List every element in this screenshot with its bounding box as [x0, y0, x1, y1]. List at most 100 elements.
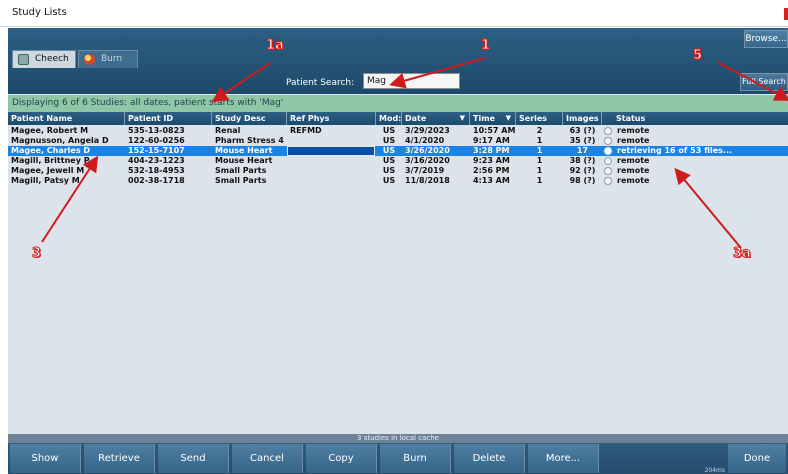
- images-cell: 92 (?): [569, 166, 596, 175]
- sort-down-icon: ▼: [505, 114, 511, 122]
- column-header-time[interactable]: Time ▼: [470, 112, 516, 125]
- date-cell: 3/16/2020: [405, 156, 450, 165]
- delete-button[interactable]: Delete: [454, 444, 525, 473]
- table-header: Patient Name Patient ID Study Desc Ref P…: [8, 112, 788, 125]
- date-cell: 4/1/2020: [405, 136, 445, 145]
- sort-down-icon: ▼: [459, 114, 465, 122]
- patient-name-cell: Magill, Patsy M: [11, 176, 80, 185]
- copy-button[interactable]: Copy: [306, 444, 377, 473]
- study-lists-app: Cheech Burn Patient Search: Browse... Fu…: [8, 28, 788, 474]
- title-bar: Study Lists: [0, 0, 788, 27]
- patient-search-label: Patient Search:: [286, 78, 355, 88]
- column-header-study-desc[interactable]: Study Desc: [212, 112, 287, 125]
- series-cell: 1: [536, 166, 543, 175]
- annotation-1a: 1a: [266, 38, 285, 54]
- status-cell: retrieving 16 of 53 files...: [617, 146, 733, 155]
- annotation-3: 3: [31, 246, 42, 262]
- ref-phys-cell: [287, 156, 376, 166]
- timing-readout: 204ms: [704, 467, 725, 474]
- done-button[interactable]: Done: [728, 444, 786, 473]
- column-header-modality[interactable]: Mod:: [376, 112, 402, 125]
- study-table: Patient Name Patient ID Study Desc Ref P…: [8, 112, 788, 434]
- time-cell: 10:57 AM: [473, 126, 516, 135]
- table-row-selected[interactable]: Magee, Charles D 152-15-7107 Mouse Heart…: [8, 146, 788, 156]
- images-cell: 35 (?): [569, 136, 596, 145]
- ref-phys-edit-box[interactable]: [287, 146, 375, 156]
- status-indicator-icon: [604, 137, 612, 145]
- tab-burn[interactable]: Burn: [78, 50, 138, 68]
- status-indicator-icon: [604, 157, 612, 165]
- series-cell: 2: [536, 126, 543, 135]
- patient-name-cell: Magee, Charles D: [11, 146, 91, 155]
- patient-name-cell: Magee, Robert M: [11, 126, 89, 135]
- status-cell: remote: [617, 166, 650, 175]
- date-cell: 3/26/2020: [405, 146, 450, 155]
- study-desc-cell: Renal: [215, 126, 241, 135]
- local-cache-note: 3 studies in local cache: [8, 434, 788, 443]
- ref-phys-cell: REFMD: [290, 126, 322, 135]
- status-indicator-icon: [604, 127, 612, 135]
- status-indicator-icon: [604, 147, 612, 155]
- time-cell: 4:13 AM: [473, 176, 510, 185]
- images-cell: 63 (?): [569, 126, 596, 135]
- patient-name-cell: Magnusson, Angela D: [11, 136, 109, 145]
- annotation-5: 5: [692, 48, 703, 64]
- column-header-status[interactable]: Status: [602, 112, 788, 125]
- status-cell: remote: [617, 136, 650, 145]
- status-cell: remote: [617, 126, 650, 135]
- images-cell: 38 (?): [569, 156, 596, 165]
- send-button[interactable]: Send: [158, 444, 229, 473]
- status-indicator-icon: [604, 167, 612, 175]
- column-header-ref-phys[interactable]: Ref Phys: [287, 112, 376, 125]
- close-button[interactable]: [784, 8, 788, 20]
- series-cell: 1: [536, 156, 543, 165]
- column-header-series[interactable]: Series: [516, 112, 563, 125]
- column-header-date[interactable]: Date ▼: [402, 112, 470, 125]
- time-cell: 9:17 AM: [473, 136, 510, 145]
- study-desc-cell: Small Parts: [215, 166, 267, 175]
- column-header-patient-name[interactable]: Patient Name: [8, 112, 125, 125]
- patient-id-cell: 532-18-4953: [128, 166, 185, 175]
- time-cell: 3:28 PM: [473, 146, 510, 155]
- date-cell: 3/7/2019: [405, 166, 445, 175]
- date-header-label: Date: [405, 114, 427, 123]
- cancel-button[interactable]: Cancel: [232, 444, 303, 473]
- modality-cell: US: [382, 176, 396, 185]
- date-cell: 3/29/2023: [405, 126, 450, 135]
- annotation-1: 1: [480, 38, 491, 54]
- folder-icon: [18, 54, 29, 65]
- table-row[interactable]: Magill, Patsy M 002-38-1718 Small Parts …: [8, 176, 788, 186]
- patient-id-cell: 122-60-0256: [128, 136, 185, 145]
- series-cell: 1: [536, 136, 543, 145]
- patient-name-cell: Magill, Brittney P: [11, 156, 90, 165]
- column-header-images[interactable]: Images: [563, 112, 602, 125]
- table-row[interactable]: Magee, Robert M 535-13-0823 Renal REFMD …: [8, 126, 788, 136]
- table-row[interactable]: Magill, Brittney P 404-23-1223 Mouse Hea…: [8, 156, 788, 166]
- annotation-3a: 3a: [733, 246, 752, 262]
- more-button[interactable]: More...: [528, 444, 599, 473]
- time-cell: 9:23 AM: [473, 156, 510, 165]
- patient-id-cell: 404-23-1223: [128, 156, 185, 165]
- images-cell: 17: [576, 146, 589, 155]
- series-cell: 1: [536, 176, 543, 185]
- ref-phys-cell: [287, 136, 376, 146]
- tab-burn-label: Burn: [101, 54, 123, 64]
- full-search-button[interactable]: Full Search: [740, 73, 788, 91]
- window-title: Study Lists: [12, 7, 67, 18]
- status-message: Displaying 6 of 6 Studies: all dates, pa…: [8, 95, 788, 112]
- table-row[interactable]: Magee, Jewell M 532-18-4953 Small Parts …: [8, 166, 788, 176]
- retrieve-button[interactable]: Retrieve: [84, 444, 155, 473]
- time-cell: 2:56 PM: [473, 166, 510, 175]
- patient-id-cell: 535-13-0823: [128, 126, 185, 135]
- column-header-patient-id[interactable]: Patient ID: [125, 112, 212, 125]
- status-cell: remote: [617, 176, 650, 185]
- tab-cheech[interactable]: Cheech: [12, 50, 76, 68]
- patient-name-cell: Magee, Jewell M: [11, 166, 85, 175]
- burn-button[interactable]: Burn: [380, 444, 451, 473]
- patient-search-input[interactable]: [363, 73, 460, 89]
- browse-button[interactable]: Browse...: [744, 30, 788, 48]
- show-button[interactable]: Show: [10, 444, 81, 473]
- table-row[interactable]: Magnusson, Angela D 122-60-0256 Pharm St…: [8, 136, 788, 146]
- modality-cell: US: [382, 126, 396, 135]
- time-header-label: Time: [473, 114, 495, 123]
